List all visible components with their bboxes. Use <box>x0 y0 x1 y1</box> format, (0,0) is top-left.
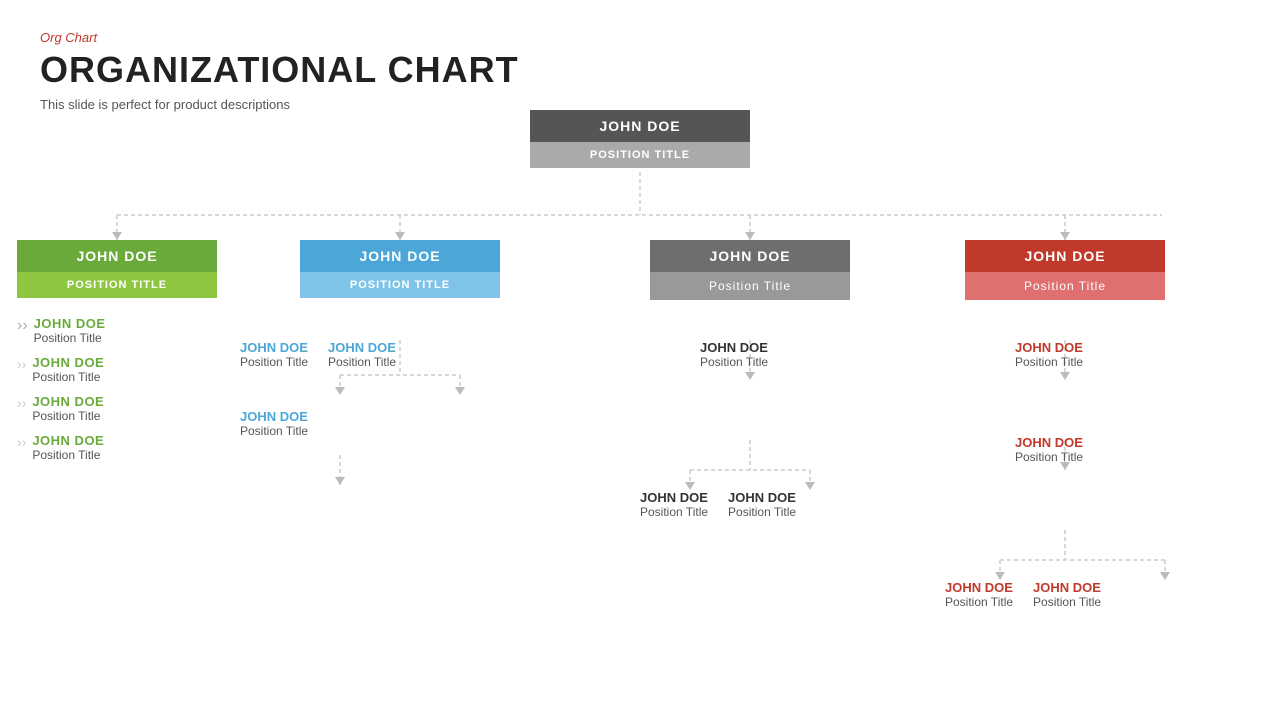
child-name: JOHN DOE <box>240 340 308 355</box>
grandchild-title: Position Title <box>945 595 1013 609</box>
col3-node: JOHN DOE Position Title JOHN DOE Positio… <box>650 240 850 300</box>
child-name: JOHN DOE <box>700 340 768 355</box>
main-title: ORGANIZATIONAL CHART <box>40 49 1240 91</box>
col3-title: Position Title <box>650 272 850 300</box>
grandchild-name: JOHN DOE <box>1033 580 1101 595</box>
list-item: JOHN DOE Position Title <box>328 340 396 438</box>
col4-grandchildren: JOHN DOE Position Title JOHN DOE Positio… <box>945 580 1205 609</box>
grandchild-name: JOHN DOE <box>945 580 1013 595</box>
child-name: JOHN DOE <box>32 355 104 370</box>
col4-node: JOHN DOE Position Title JOHN DOE Positio… <box>965 240 1165 300</box>
list-item: ›› JOHN DOE Position Title <box>17 433 217 462</box>
child-title: Position Title <box>1015 355 1083 369</box>
grandchild-name: JOHN DOE <box>240 409 308 424</box>
col2-node: JOHN DOE POSITION TITLE JOHN DOE Positio… <box>300 240 500 298</box>
grandchild-title: Position Title <box>640 505 708 519</box>
list-item: ›› JOHN DOE Position Title <box>17 316 217 345</box>
subchild-name: JOHN DOE <box>1015 435 1083 450</box>
col2-children: JOHN DOE Position Title JOHN DOE Positio… <box>240 340 500 438</box>
col1-title: POSITION TITLE <box>17 272 217 298</box>
list-item: ›› JOHN DOE Position Title <box>17 394 217 423</box>
grandchild-name: JOHN DOE <box>640 490 708 505</box>
list-item: ›› JOHN DOE Position Title <box>17 355 217 384</box>
grandchild-name: JOHN DOE <box>728 490 796 505</box>
arrow-icon: ›› <box>17 396 26 410</box>
arrow-icon: ›› <box>17 435 26 449</box>
subchild-title: Position Title <box>1015 450 1083 464</box>
col1-children: ›› JOHN DOE Position Title ›› JOHN DOE P… <box>17 316 217 462</box>
child-title: Position Title <box>240 355 308 369</box>
child-name: JOHN DOE <box>34 316 106 331</box>
col3-grandchildren: JOHN DOE Position Title JOHN DOE Positio… <box>640 490 880 519</box>
child-name: JOHN DOE <box>328 340 396 355</box>
top-node: JOHN DOE POSITION TITLE <box>530 110 750 168</box>
child-title: Position Title <box>32 370 104 384</box>
top-node-name: JOHN DOE <box>530 110 750 142</box>
child-name: JOHN DOE <box>1015 340 1083 355</box>
grandchild-title: Position Title <box>240 424 308 438</box>
col4-child: JOHN DOE Position Title <box>1015 340 1083 369</box>
list-item: JOHN DOE Position Title <box>640 490 708 519</box>
child-title: Position Title <box>32 409 104 423</box>
list-item: JOHN DOE Position Title <box>1033 580 1101 609</box>
arrow-icon: ›› <box>17 318 28 334</box>
col4-title: Position Title <box>965 272 1165 300</box>
grandchild-title: Position Title <box>728 505 796 519</box>
child-title: Position Title <box>328 355 396 369</box>
child-title: Position Title <box>700 355 768 369</box>
child-name: JOHN DOE <box>32 394 104 409</box>
list-item: JOHN DOE Position Title <box>728 490 796 519</box>
col3-name: JOHN DOE <box>650 240 850 272</box>
col1-name: JOHN DOE <box>17 240 217 272</box>
tag-label: Org Chart <box>40 30 1240 45</box>
grandchild: JOHN DOE Position Title <box>240 409 308 438</box>
col3-child: JOHN DOE Position Title <box>700 340 768 369</box>
child-title: Position Title <box>34 331 106 345</box>
list-item: JOHN DOE Position Title JOHN DOE Positio… <box>240 340 308 438</box>
col4-name: JOHN DOE <box>965 240 1165 272</box>
top-node-title: POSITION TITLE <box>530 142 750 168</box>
col2-name: JOHN DOE <box>300 240 500 272</box>
col4-subchild: JOHN DOE Position Title <box>1015 435 1083 464</box>
col1-node: JOHN DOE POSITION TITLE ›› JOHN DOE Posi… <box>17 240 217 472</box>
list-item: JOHN DOE Position Title <box>945 580 1013 609</box>
grandchild-title: Position Title <box>1033 595 1101 609</box>
arrow-icon: ›› <box>17 357 26 371</box>
child-name: JOHN DOE <box>32 433 104 448</box>
col2-title: POSITION TITLE <box>300 272 500 298</box>
child-title: Position Title <box>32 448 104 462</box>
